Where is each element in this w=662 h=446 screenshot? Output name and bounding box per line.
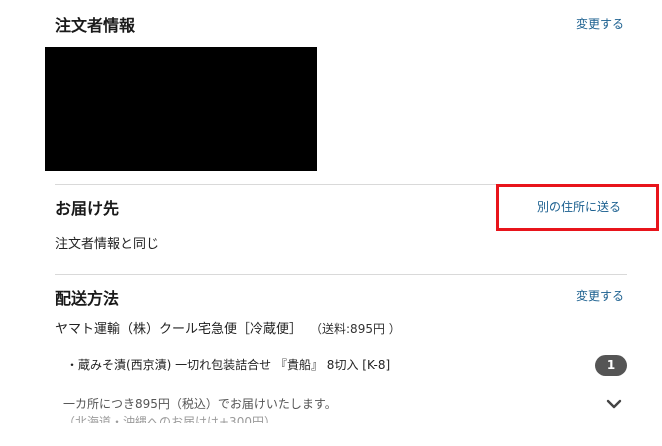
shipping-change-link[interactable]: 変更する bbox=[576, 288, 624, 304]
order-item-name: ・蔵みそ漬(西京漬) 一切れ包装詰合せ 『貴船』 8切入 [K-8] bbox=[66, 358, 391, 372]
delivery-section-title: お届け先 bbox=[55, 199, 120, 218]
orderer-section-title: 注文者情報 bbox=[55, 16, 136, 35]
shipping-note-cut: （北海道・沖縄へのお届けは+300円） bbox=[63, 415, 276, 423]
shipping-method: ヤマト運輸（株）クール宅急便［冷蔵便］ bbox=[55, 322, 303, 337]
shipping-method-line: ヤマト運輸（株）クール宅急便［冷蔵便］ （送料:895円 ） bbox=[55, 320, 401, 339]
alt-address-link[interactable]: 別の住所に送る bbox=[537, 199, 621, 215]
shipping-fee: （送料:895円 ） bbox=[316, 322, 401, 336]
quantity-badge: 1 bbox=[595, 355, 627, 376]
orderer-change-link[interactable]: 変更する bbox=[576, 16, 624, 32]
shipping-note: 一カ所につき895円（税込）でお届けいたします。 bbox=[63, 397, 337, 411]
delivery-address-text: 注文者情報と同じ bbox=[55, 237, 160, 252]
section-divider bbox=[55, 274, 627, 275]
redacted-orderer-info bbox=[45, 47, 317, 171]
shipping-section-title: 配送方法 bbox=[55, 289, 120, 308]
chevron-down-icon[interactable] bbox=[604, 396, 624, 412]
